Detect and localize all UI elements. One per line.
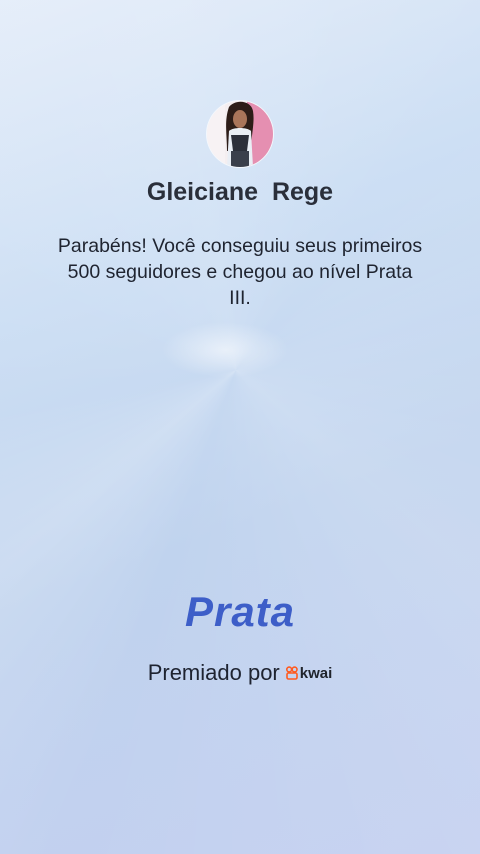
kwai-brand-text: kwai (299, 664, 333, 682)
profile-photo-icon (207, 101, 273, 167)
profile-avatar[interactable] (207, 101, 273, 167)
kwai-logo-icon (285, 666, 298, 680)
awarded-by-label: Premiado por (147, 660, 280, 685)
profile-name: Gleiciane Rege (146, 178, 334, 206)
awarded-by-row: Premiado por kwai (0, 660, 480, 686)
kwai-brand: kwai (285, 664, 333, 682)
achievement-message: Parabéns! Você conseguiu seus primeiros … (57, 235, 423, 309)
level-badge-title: Prata (184, 588, 296, 635)
